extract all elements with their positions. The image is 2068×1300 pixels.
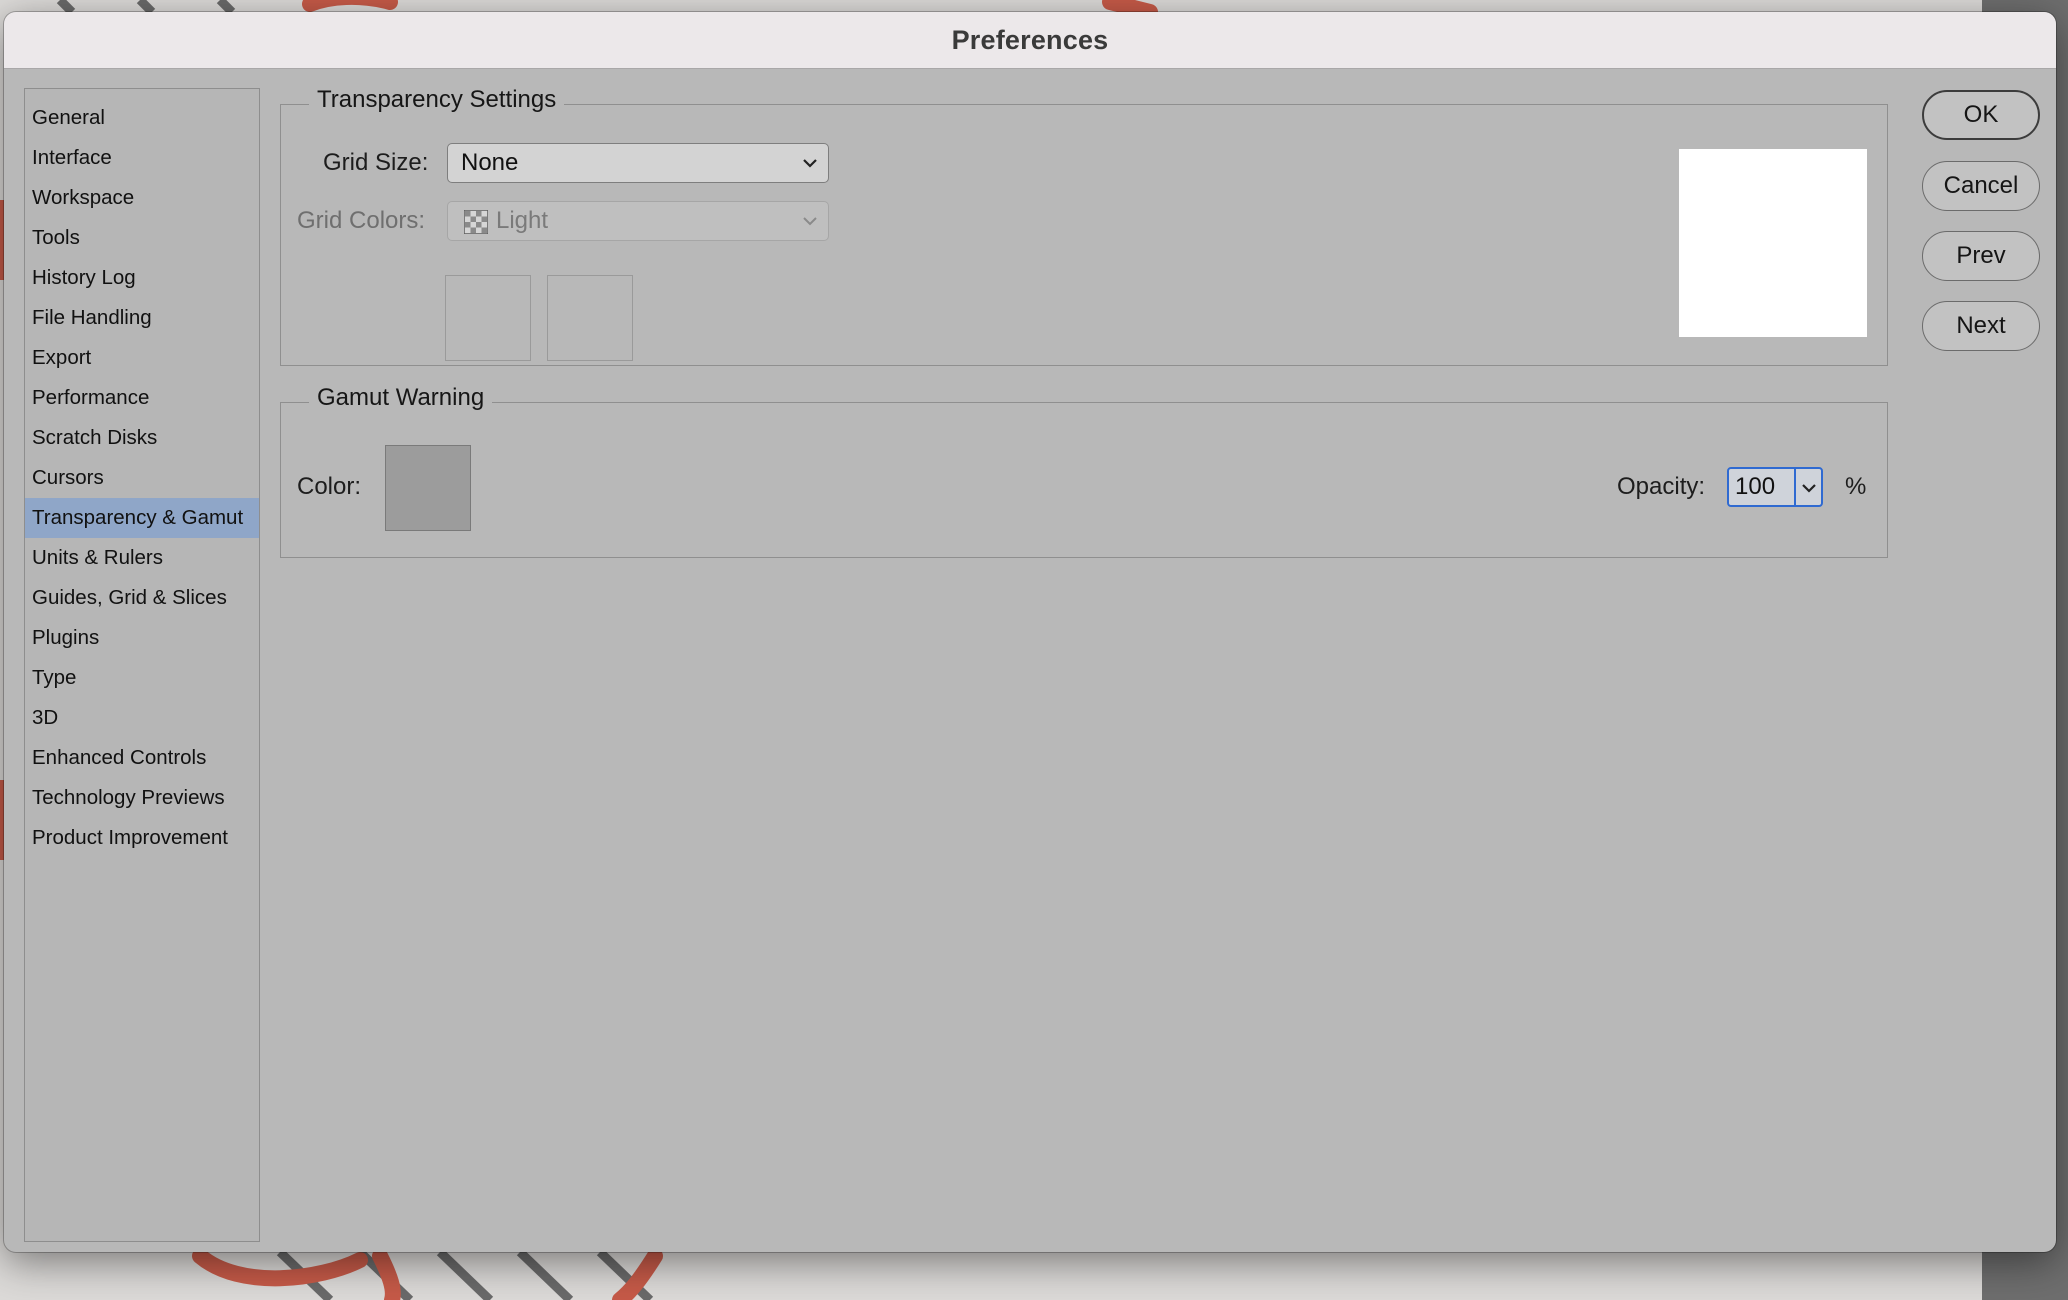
grid-color-swatch-1[interactable] bbox=[445, 275, 531, 361]
sidebar-item-interface[interactable]: Interface bbox=[25, 138, 259, 178]
category-list: General Interface Workspace Tools Histor… bbox=[24, 88, 260, 1242]
grid-size-dropdown[interactable]: None bbox=[447, 143, 829, 183]
gamut-color-label: Color: bbox=[297, 473, 362, 500]
sidebar-item-technology-previews[interactable]: Technology Previews bbox=[25, 778, 259, 818]
gamut-warning-title: Gamut Warning bbox=[309, 381, 493, 415]
sidebar-item-plugins[interactable]: Plugins bbox=[25, 618, 259, 658]
dialog-title: Preferences bbox=[951, 24, 1109, 55]
cancel-button[interactable]: Cancel bbox=[1922, 161, 2040, 211]
sidebar-item-tools[interactable]: Tools bbox=[25, 218, 259, 258]
preferences-dialog: Preferences General Interface Workspace … bbox=[4, 12, 2056, 1252]
checkerboard-icon bbox=[464, 210, 488, 234]
title-bar[interactable]: Preferences bbox=[4, 12, 2056, 69]
grid-color-swatch-2[interactable] bbox=[547, 275, 633, 361]
grid-size-label: Grid Size: bbox=[323, 149, 429, 176]
sidebar-item-guides-grid-slices[interactable]: Guides, Grid & Slices bbox=[25, 578, 259, 618]
chevron-down-icon bbox=[1802, 484, 1816, 493]
opacity-label: Opacity: bbox=[1617, 473, 1706, 500]
sidebar-item-enhanced-controls[interactable]: Enhanced Controls bbox=[25, 738, 259, 778]
sidebar-item-transparency-gamut[interactable]: Transparency & Gamut bbox=[25, 498, 259, 538]
sidebar-item-workspace[interactable]: Workspace bbox=[25, 178, 259, 218]
gamut-color-swatch[interactable] bbox=[385, 445, 471, 531]
grid-colors-dropdown[interactable]: Light bbox=[447, 201, 829, 241]
next-button[interactable]: Next bbox=[1922, 301, 2040, 351]
transparency-settings-group: Transparency Settings Grid Size: None Gr… bbox=[280, 83, 1888, 366]
sidebar-item-type[interactable]: Type bbox=[25, 658, 259, 698]
sidebar-item-performance[interactable]: Performance bbox=[25, 378, 259, 418]
transparency-preview bbox=[1679, 149, 1867, 337]
sidebar-item-units-rulers[interactable]: Units & Rulers bbox=[25, 538, 259, 578]
transparency-settings-title: Transparency Settings bbox=[309, 83, 565, 117]
gamut-warning-group: Gamut Warning Color: Opacity: 100 % bbox=[280, 381, 1888, 558]
sidebar-item-cursors[interactable]: Cursors bbox=[25, 458, 259, 498]
opacity-dropdown-button[interactable] bbox=[1794, 469, 1821, 505]
chevron-down-icon bbox=[803, 217, 817, 226]
chevron-down-icon bbox=[803, 159, 817, 168]
sidebar-item-export[interactable]: Export bbox=[25, 338, 259, 378]
opacity-input[interactable]: 100 bbox=[1729, 469, 1794, 505]
ok-button[interactable]: OK bbox=[1922, 90, 2040, 140]
sidebar-item-file-handling[interactable]: File Handling bbox=[25, 298, 259, 338]
grid-colors-label: Grid Colors: bbox=[297, 207, 426, 234]
grid-colors-value: Light bbox=[496, 207, 549, 234]
opacity-unit: % bbox=[1845, 473, 1867, 500]
sidebar-item-history-log[interactable]: History Log bbox=[25, 258, 259, 298]
prev-button[interactable]: Prev bbox=[1922, 231, 2040, 281]
sidebar-item-general[interactable]: General bbox=[25, 98, 259, 138]
grid-size-value: None bbox=[461, 149, 519, 176]
opacity-combo[interactable]: 100 bbox=[1727, 467, 1823, 507]
sidebar-item-product-improvement[interactable]: Product Improvement bbox=[25, 818, 259, 858]
sidebar-item-scratch-disks[interactable]: Scratch Disks bbox=[25, 418, 259, 458]
sidebar-item-3d[interactable]: 3D bbox=[25, 698, 259, 738]
